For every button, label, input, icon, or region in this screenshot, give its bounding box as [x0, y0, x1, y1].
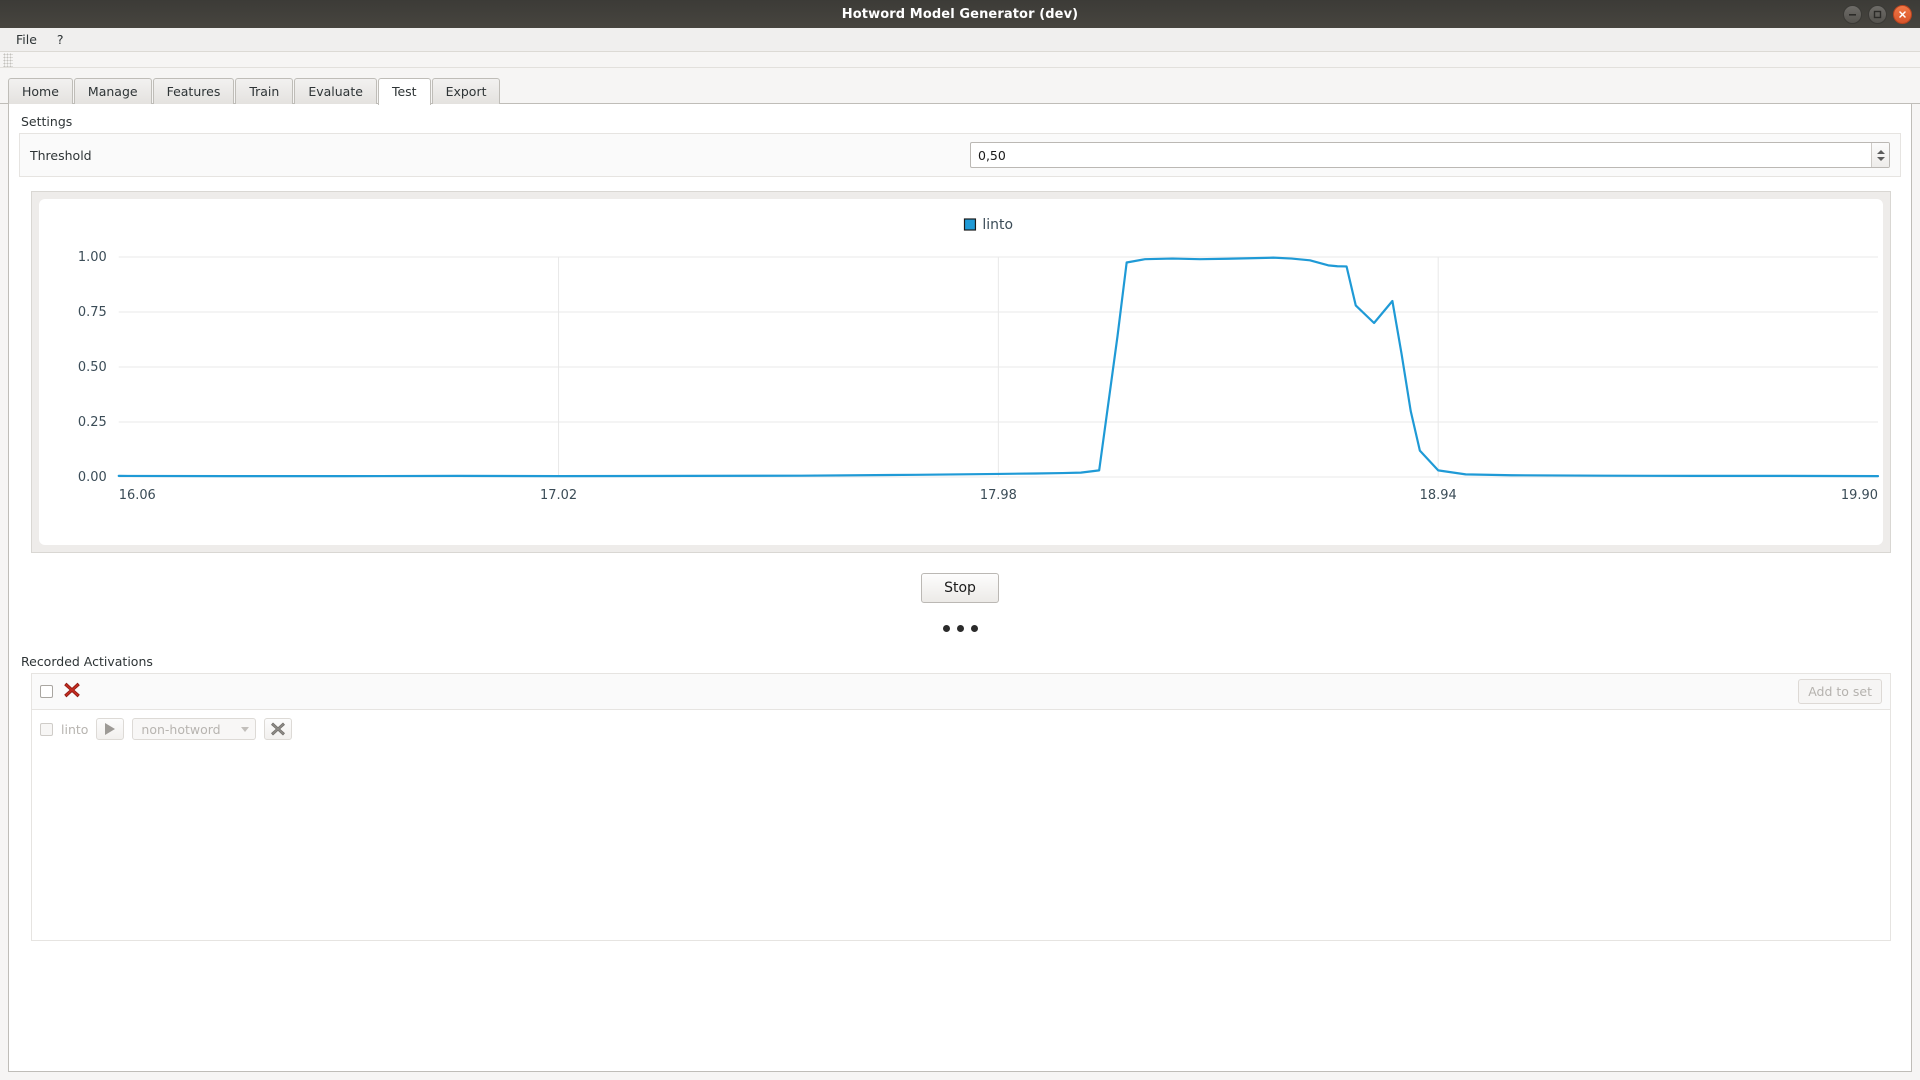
- recorded-activations-label: Recorded Activations: [21, 654, 153, 669]
- window-title: Hotword Model Generator (dev): [841, 6, 1079, 22]
- svg-text:17.98: 17.98: [980, 488, 1017, 503]
- row-select-checkbox[interactable]: [40, 722, 53, 736]
- test-actions: Stop: [19, 573, 1901, 632]
- minimize-button[interactable]: [1843, 4, 1862, 24]
- threshold-spinbox[interactable]: [970, 142, 1890, 168]
- activation-chart: 0.00 0.25 0.50 0.75 1.00 16.06 17.02 17.98 18.9…: [39, 199, 1883, 545]
- svg-text:16.06: 16.06: [119, 488, 156, 503]
- svg-text:0.00: 0.00: [78, 470, 107, 485]
- threshold-input[interactable]: [971, 143, 1871, 167]
- chart-gridlines: [118, 256, 1879, 478]
- row-delete-button[interactable]: [263, 718, 292, 740]
- close-button[interactable]: [1893, 4, 1912, 24]
- svg-text:1.00: 1.00: [78, 250, 107, 265]
- select-all-checkbox[interactable]: [40, 685, 53, 698]
- threshold-row: Threshold: [30, 142, 1890, 168]
- settings-group-label: Settings: [21, 114, 73, 129]
- tab-train[interactable]: Train: [235, 78, 294, 104]
- recorded-activations-list: linto non-hotword: [31, 709, 1891, 941]
- svg-text:linto: linto: [982, 217, 1013, 233]
- maximize-button[interactable]: [1868, 4, 1887, 24]
- tab-bar: Home Manage Features Train Evaluate Test…: [0, 68, 1920, 105]
- window-controls: [1843, 0, 1912, 28]
- tab-test[interactable]: Test: [377, 78, 431, 105]
- stepper-down-icon[interactable]: [1876, 156, 1885, 161]
- delete-selected-icon[interactable]: [63, 681, 81, 703]
- list-item[interactable]: linto non-hotword: [40, 718, 1882, 740]
- row-label: linto: [61, 721, 89, 737]
- svg-text:19.90: 19.90: [1841, 488, 1878, 503]
- svg-text:18.94: 18.94: [1420, 488, 1457, 503]
- tab-manage[interactable]: Manage: [73, 78, 152, 104]
- menu-item-help[interactable]: ?: [49, 29, 72, 50]
- activation-chart-frame: 0.00 0.25 0.50 0.75 1.00 16.06 17.02 17.98 18.9…: [31, 191, 1891, 553]
- svg-text:17.02: 17.02: [540, 488, 577, 503]
- toolbar-grip-icon: [3, 52, 13, 67]
- tab-features[interactable]: Features: [152, 78, 235, 104]
- test-panel: Settings Threshold 0.00 0.25 0.50 0.75 1.00 …: [8, 104, 1912, 1072]
- progress-dot: [956, 625, 964, 632]
- recorded-activations-toolbar: Add to set: [31, 673, 1891, 709]
- menu-item-file[interactable]: File: [8, 29, 45, 50]
- svg-text:0.50: 0.50: [78, 360, 107, 375]
- progress-dot: [942, 625, 950, 632]
- tab-home[interactable]: Home: [8, 78, 73, 104]
- settings-group: Threshold: [19, 133, 1901, 177]
- threshold-stepper[interactable]: [1871, 143, 1889, 167]
- toolbar-strip: [0, 52, 1920, 68]
- chart-y-axis-labels: 0.00 0.25 0.50 0.75 1.00: [78, 250, 107, 485]
- menu-bar: File ?: [0, 28, 1920, 52]
- chart-x-axis-labels: 16.06 17.02 17.98 18.94 19.90: [119, 488, 1878, 503]
- window-titlebar: Hotword Model Generator (dev): [0, 0, 1920, 28]
- tab-evaluate[interactable]: Evaluate: [294, 78, 377, 104]
- row-category-dropdown[interactable]: non-hotword: [132, 718, 256, 740]
- row-play-button[interactable]: [96, 718, 125, 740]
- svg-text:0.75: 0.75: [78, 305, 107, 320]
- add-to-set-button[interactable]: Add to set: [1798, 679, 1882, 704]
- threshold-label: Threshold: [30, 147, 92, 163]
- svg-text:0.25: 0.25: [78, 415, 107, 430]
- play-icon: [105, 723, 116, 735]
- tab-export[interactable]: Export: [431, 78, 501, 104]
- row-category-value: non-hotword: [141, 721, 221, 737]
- progress-dots-indicator: [942, 625, 978, 632]
- activation-chart-svg: 0.00 0.25 0.50 0.75 1.00 16.06 17.02 17.98 18.9…: [78, 217, 1880, 503]
- stop-button[interactable]: Stop: [921, 573, 999, 603]
- chevron-down-icon: [240, 726, 249, 732]
- progress-dot: [970, 625, 978, 632]
- stepper-up-icon[interactable]: [1876, 149, 1885, 154]
- chart-legend: linto: [963, 217, 1013, 233]
